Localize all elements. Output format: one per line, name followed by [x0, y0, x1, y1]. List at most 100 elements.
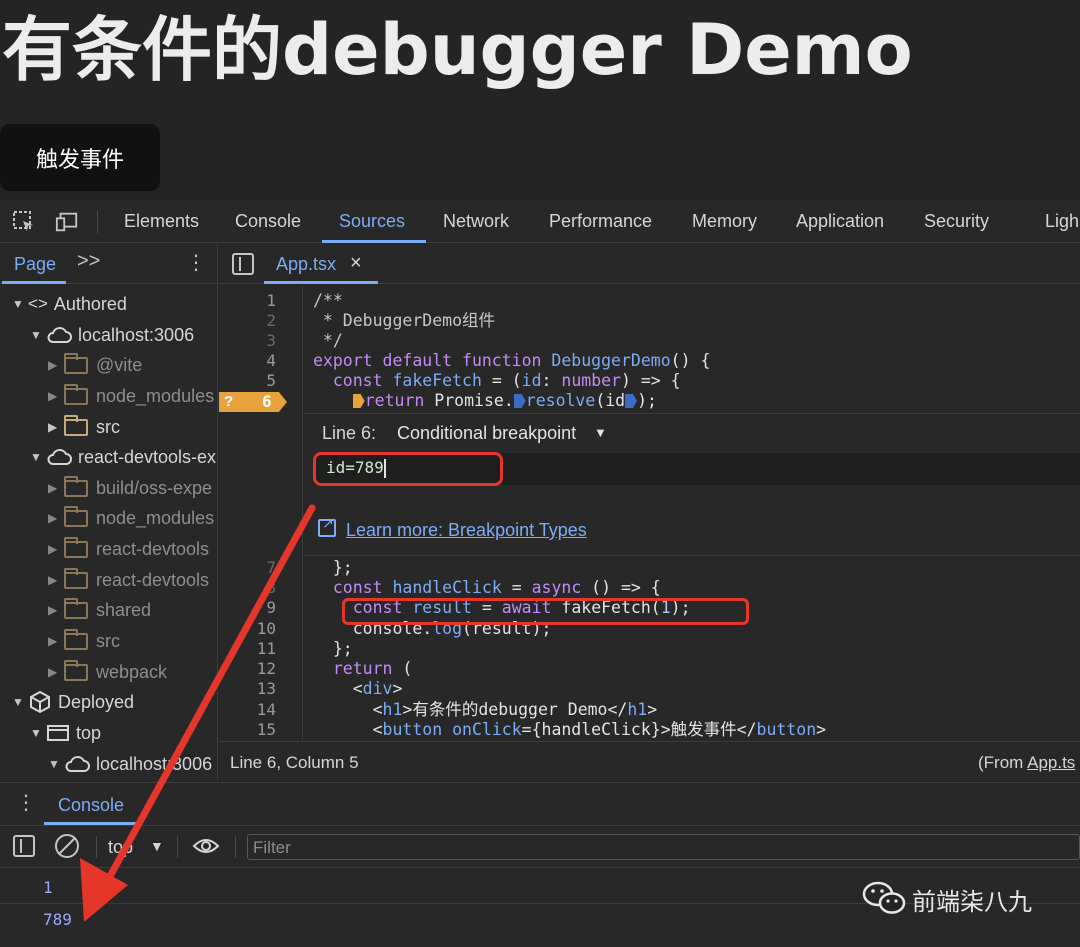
tree-item-label: localhost:3006: [78, 324, 195, 345]
tree-item-deployed[interactable]: ▼ Deployed: [0, 687, 218, 717]
folder-icon: [64, 383, 88, 405]
tree-item-vite[interactable]: ▶ @vite: [0, 350, 218, 380]
folder-icon: [64, 597, 88, 619]
line-number[interactable]: 15: [219, 720, 276, 740]
tree-item-label: build/oss-expe: [96, 477, 213, 498]
console-sidebar-icon[interactable]: [13, 835, 35, 857]
line-number[interactable]: 3: [219, 331, 276, 351]
dropdown-caret-icon[interactable]: ▼: [594, 425, 607, 440]
editor-tab-indicator: [264, 281, 378, 284]
line-number[interactable]: 9: [219, 598, 276, 618]
inspect-element-icon[interactable]: [12, 210, 36, 234]
tab-security[interactable]: Security: [924, 200, 989, 243]
folder-icon: [64, 414, 88, 436]
breakpoint-condition-icon: ?: [224, 393, 234, 410]
line-number[interactable]: 5: [219, 371, 276, 391]
device-toolbar-icon[interactable]: [55, 210, 79, 234]
drawer-menu-icon[interactable]: ⋮: [16, 790, 36, 815]
code-line: */: [313, 331, 343, 350]
breakpoint-type-select[interactable]: Conditional breakpoint: [397, 423, 576, 444]
source-map-link[interactable]: App.ts: [1027, 753, 1075, 772]
tab-sources[interactable]: Sources: [339, 200, 405, 243]
tree-item-localhost[interactable]: ▼ localhost:3006: [0, 320, 218, 350]
line-number[interactable]: 14: [219, 700, 276, 720]
more-tabs-chevron-icon[interactable]: >>: [77, 250, 100, 273]
source-map-origin[interactable]: (From App.ts: [978, 753, 1075, 773]
tree-item-label: react-devtools: [96, 538, 210, 559]
active-tab-indicator: [322, 240, 426, 243]
close-icon[interactable]: ×: [350, 252, 362, 275]
code-line: <h1>有条件的debugger Demo</h1>: [313, 700, 658, 719]
folder-icon: [64, 536, 88, 558]
code-line: <div>: [313, 679, 403, 698]
learn-more-link[interactable]: Learn more: Breakpoint Types: [346, 520, 587, 541]
drawer-tab-console[interactable]: Console: [58, 795, 124, 816]
tab-network[interactable]: Network: [443, 200, 509, 243]
folder-icon: [64, 475, 88, 497]
line-number[interactable]: 7: [219, 558, 276, 578]
tree-item-webpack[interactable]: ▶ webpack: [0, 657, 218, 687]
code-line: export default function DebuggerDemo() {: [313, 351, 711, 370]
toggle-navigator-icon[interactable]: [232, 253, 254, 275]
tree-item-localhost-deployed[interactable]: ▼ localhost:3006: [0, 749, 218, 779]
line-number[interactable]: 1: [219, 291, 276, 311]
inline-breakpoint-icon[interactable]: [625, 394, 638, 408]
editor-tab-app-tsx[interactable]: App.tsx: [276, 254, 336, 275]
tree-item-react-devtools-ext[interactable]: ▼ react-devtools-ex: [0, 442, 218, 472]
clear-console-icon[interactable]: [55, 834, 79, 858]
dropdown-caret-icon[interactable]: ▼: [150, 838, 164, 854]
expand-arrow-icon: ▼: [12, 695, 24, 709]
console-log-entry: 789: [43, 910, 72, 929]
tab-console[interactable]: Console: [235, 200, 301, 243]
annotation-highlight-box: [313, 452, 503, 486]
tree-item-shared[interactable]: ▶ shared: [0, 595, 218, 625]
tree-item-authored[interactable]: ▼ <> Authored: [0, 289, 218, 319]
tree-item-build[interactable]: ▶ build/oss-expe: [0, 473, 218, 503]
navigator-tab-page[interactable]: Page: [14, 254, 56, 275]
tree-item-react-devtools-2[interactable]: ▶ react-devtools: [0, 565, 218, 595]
tab-application[interactable]: Application: [796, 200, 884, 243]
line-number[interactable]: 11: [219, 639, 276, 659]
cloud-icon: [47, 327, 72, 343]
tab-performance[interactable]: Performance: [549, 200, 652, 243]
line-number[interactable]: 4: [219, 351, 276, 371]
collapse-arrow-icon: ▶: [48, 542, 58, 556]
tree-item-src[interactable]: ▶ src: [0, 412, 218, 442]
line-number[interactable]: 10: [219, 619, 276, 639]
code-line: return Promise. resolve(id);: [313, 391, 657, 411]
wechat-icon: [862, 881, 906, 914]
collapse-arrow-icon: ▶: [48, 389, 58, 403]
console-filter-input[interactable]: [247, 834, 1080, 860]
tree-item-src-ext[interactable]: ▶ src: [0, 626, 218, 656]
context-select[interactable]: top: [108, 837, 133, 858]
tree-item-label: src: [96, 416, 120, 437]
line-number[interactable]: 2: [219, 311, 276, 331]
collapse-arrow-icon: ▶: [48, 573, 58, 587]
tree-item-label: localhost:3006: [96, 753, 213, 774]
tree-item-label: node_modules: [96, 385, 215, 406]
more-options-icon[interactable]: ⋮: [186, 250, 206, 275]
line-number[interactable]: 12: [219, 659, 276, 679]
tab-elements[interactable]: Elements: [124, 200, 199, 243]
tree-item-node-modules[interactable]: ▶ node_modules: [0, 381, 218, 411]
tree-item-node-modules-ext[interactable]: ▶ node_modules: [0, 503, 218, 533]
tree-item-react-devtools-1[interactable]: ▶ react-devtools: [0, 534, 218, 564]
external-link-icon[interactable]: [318, 515, 336, 537]
line-number[interactable]: 8: [219, 578, 276, 598]
eye-icon[interactable]: [192, 836, 220, 856]
console-log-entry: 1: [43, 878, 53, 897]
inline-breakpoint-icon[interactable]: [513, 394, 526, 408]
line-number[interactable]: 13: [219, 679, 276, 699]
navigator-tab-indicator: [2, 281, 66, 284]
tree-item-label: top: [76, 722, 102, 743]
tab-memory[interactable]: Memory: [692, 200, 757, 243]
tab-lighthouse[interactable]: Ligh: [1045, 200, 1079, 243]
code-line: * DebuggerDemo组件: [313, 311, 496, 330]
tree-item-label: shared: [96, 599, 152, 620]
trigger-event-button[interactable]: 触发事件: [0, 124, 160, 191]
tree-item-label: react-devtools-ex: [78, 446, 217, 467]
cloud-icon: [65, 756, 90, 772]
tree-item-top[interactable]: ▼ top: [0, 718, 218, 748]
annotation-highlight-box: [342, 598, 749, 625]
inline-breakpoint-icon[interactable]: [352, 394, 365, 408]
